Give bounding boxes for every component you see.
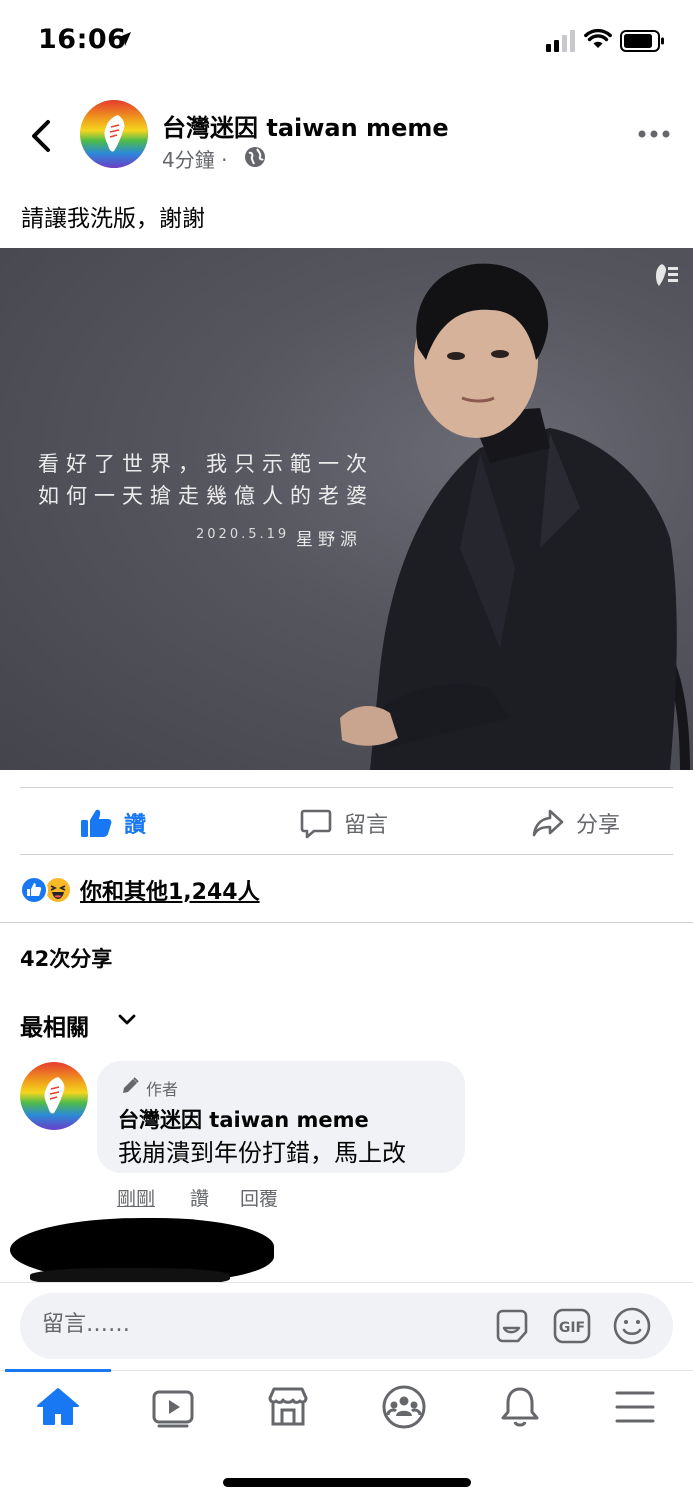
taiwan-logo-icon [44, 1077, 65, 1114]
page-avatar[interactable] [80, 100, 148, 168]
marketplace-icon[interactable] [264, 1384, 312, 1430]
notifications-icon[interactable] [496, 1384, 544, 1430]
share-label: 分享 [576, 813, 621, 838]
page-name[interactable]: 台灣迷因 taiwan meme [162, 108, 449, 143]
divider-bottom [20, 854, 673, 855]
share-icon [532, 809, 564, 837]
post-time-text: 4分鐘 [162, 148, 215, 172]
home-indicator [223, 1478, 471, 1487]
watermark-logo-icon [656, 264, 678, 286]
wifi-icon [584, 28, 612, 48]
post-photo[interactable]: 看好了世界，我只示範一次 如何一天搶走幾億人的老婆 2020.5.19 星野源 [0, 248, 693, 770]
taiwan-logo-icon [104, 115, 125, 152]
home-icon[interactable] [34, 1384, 82, 1430]
status-time: 16:06 [38, 24, 127, 55]
comment-label: 留言 [344, 813, 389, 838]
post-text: 請讓我洗版，謝謝 [21, 206, 205, 232]
divider-top [20, 787, 673, 788]
back-button[interactable] [24, 116, 58, 156]
comment-icon [300, 809, 332, 839]
menu-icon[interactable] [611, 1384, 659, 1430]
like-reaction-icon [20, 876, 48, 904]
thumbs-up-icon [81, 809, 112, 837]
groups-icon[interactable] [380, 1384, 428, 1430]
commenter-name[interactable]: 台灣迷因 taiwan meme [118, 1104, 369, 1134]
post-timestamp[interactable]: 4分鐘 · [162, 144, 227, 173]
cellular-signal-icon [546, 30, 575, 52]
status-bar: 16:06 [0, 0, 693, 84]
share-button[interactable]: 分享 [532, 800, 620, 846]
pencil-icon [123, 1077, 139, 1093]
comment-text: 我崩潰到年份打錯，馬上改 [118, 1139, 406, 1167]
author-badge: 作者 [146, 1080, 179, 1099]
quote-author: 星野源 [296, 530, 362, 550]
reactions-count[interactable]: 你和其他1,244人 [80, 874, 260, 906]
commenter-avatar[interactable] [20, 1062, 88, 1130]
share-count[interactable]: 42次分享 [20, 943, 112, 973]
active-tab-indicator [5, 1369, 111, 1372]
like-button[interactable]: 讚 [80, 800, 146, 846]
more-options-button[interactable] [636, 122, 672, 146]
comment-button[interactable]: 留言 [300, 800, 388, 846]
quote-line-2: 如何一天搶走幾億人的老婆 [38, 484, 374, 508]
photo-quote: 看好了世界，我只示範一次 如何一天搶走幾億人的老婆 [38, 448, 374, 512]
gif-icon[interactable]: GIF [552, 1306, 592, 1346]
haha-reaction-icon [44, 876, 72, 904]
emoji-icon[interactable] [612, 1306, 652, 1346]
comment-reply-button[interactable]: 回覆 [240, 1184, 278, 1211]
svg-text:GIF: GIF [559, 1320, 585, 1336]
location-arrow-icon [117, 32, 131, 46]
chevron-down-icon[interactable] [118, 1013, 136, 1027]
divider-reactions [0, 922, 693, 923]
comment-time[interactable]: 剛剛 [117, 1184, 155, 1211]
sticker-icon[interactable] [492, 1306, 532, 1346]
comment-sort-label[interactable]: 最相關 [20, 1008, 89, 1042]
battery-icon [620, 30, 664, 52]
comment-input[interactable] [42, 1312, 462, 1337]
watch-icon[interactable] [149, 1384, 197, 1430]
time-separator: · [221, 148, 228, 172]
like-label: 讚 [124, 813, 147, 838]
quote-line-1: 看好了世界，我只示範一次 [38, 452, 374, 476]
comment-like-button[interactable]: 讚 [190, 1184, 209, 1211]
globe-icon [245, 147, 265, 167]
quote-date: 2020.5.19 [196, 527, 290, 542]
